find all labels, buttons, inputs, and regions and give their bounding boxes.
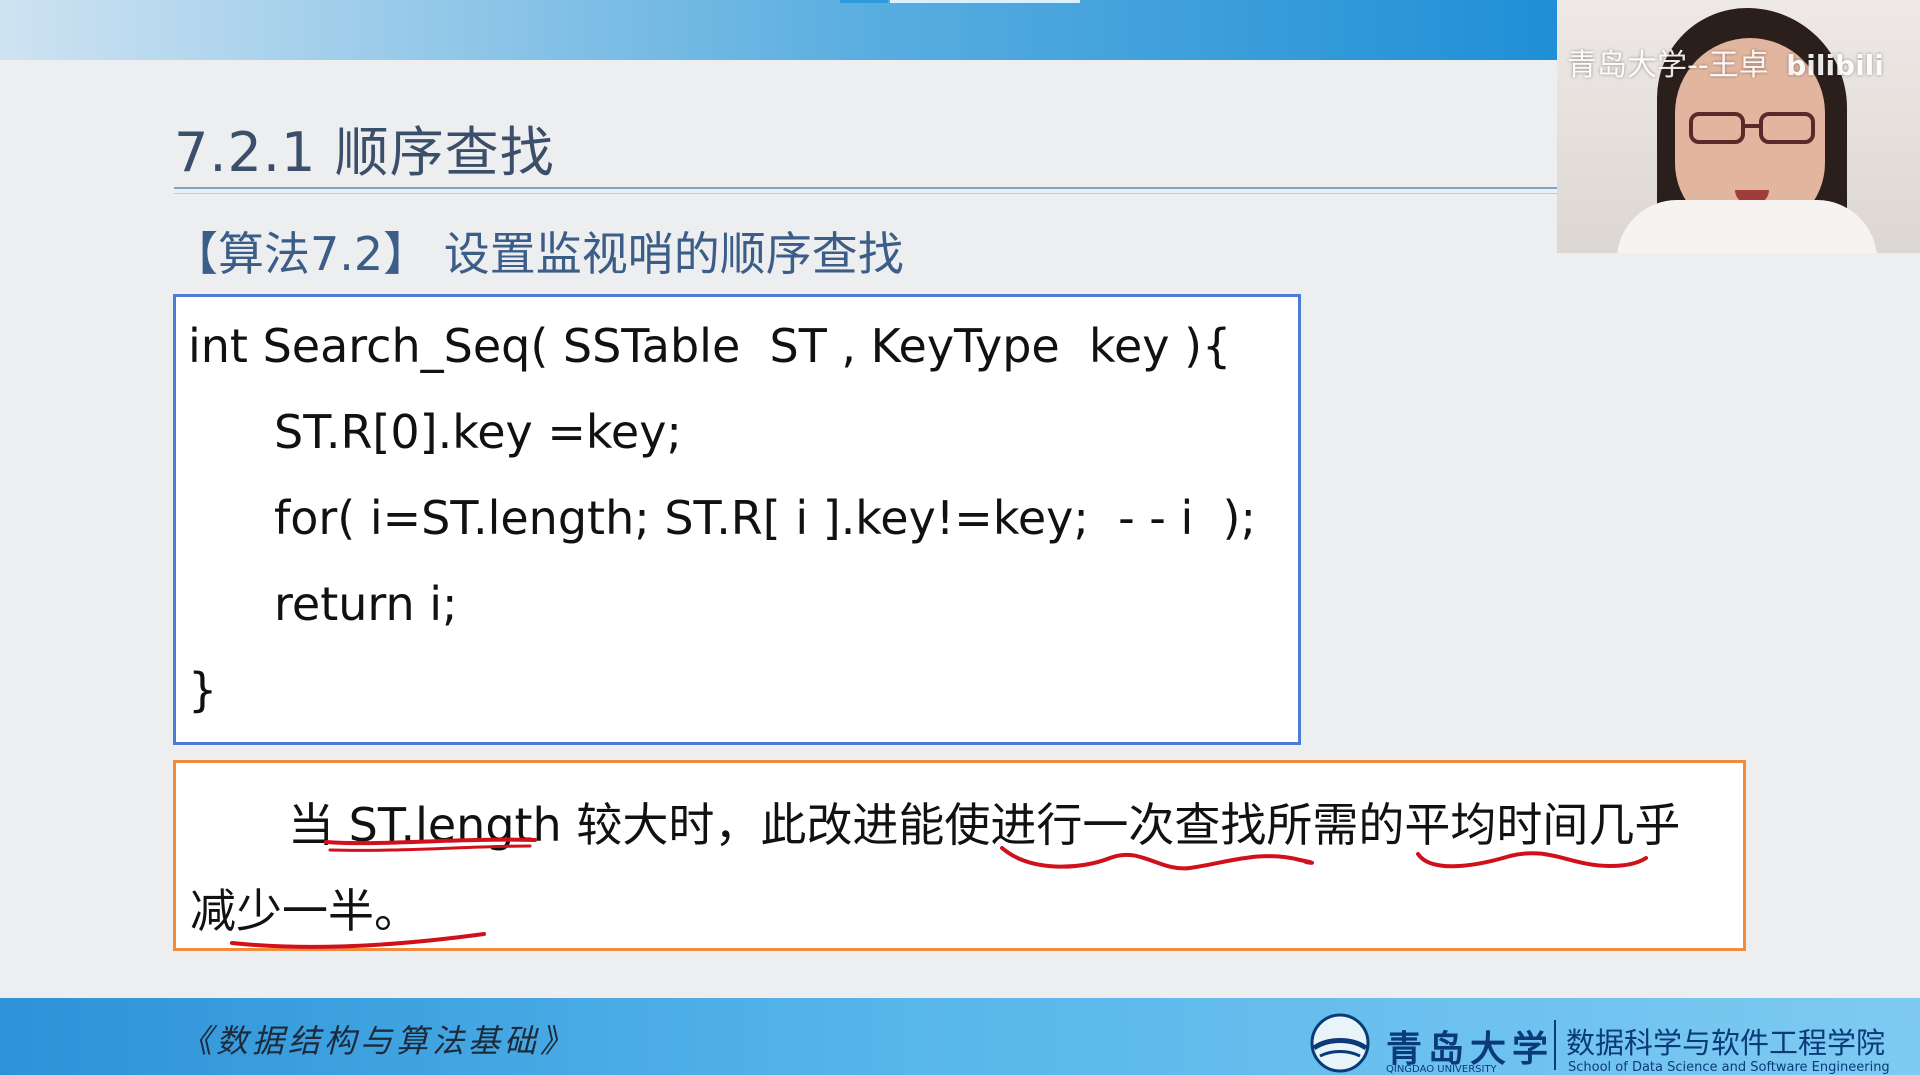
note-line: 减少一半。 xyxy=(190,884,420,938)
banner-tick xyxy=(890,0,1080,3)
banner-tick xyxy=(840,0,888,3)
code-line: for( i=ST.length; ST.R[ i ].key!=key; - … xyxy=(274,491,1256,545)
code-line: return i; xyxy=(274,577,458,631)
code-line: ST.R[0].key =key; xyxy=(274,405,682,459)
footer-divider xyxy=(1554,1020,1556,1070)
presenter-coat xyxy=(1617,200,1877,253)
institution-branding: 青岛大学 QINGDAO UNIVERSITY 数据科学与软件工程学院 Scho… xyxy=(1300,1008,1920,1075)
algorithm-subtitle: 【算法7.2】 设置监视哨的顺序查找 xyxy=(172,227,904,281)
university-logo-icon xyxy=(1310,1013,1370,1073)
top-banner xyxy=(0,0,1560,60)
slide-title: 7.2.1 顺序查找 xyxy=(174,121,555,184)
code-line: } xyxy=(188,663,218,717)
code-block: int Search_Seq( SSTable ST , KeyType key… xyxy=(173,294,1301,745)
course-title: 《数据结构与算法基础》 xyxy=(180,1022,577,1060)
title-divider xyxy=(174,187,1560,189)
webcam-feed: 青岛大学--王卓 bilibili xyxy=(1557,0,1920,253)
glasses-icon xyxy=(1689,112,1815,144)
webcam-caption: 青岛大学--王卓 bilibili xyxy=(1567,40,1884,84)
school-name-en: School of Data Science and Software Engi… xyxy=(1568,1060,1890,1075)
note-box: 当 ST.length 较大时，此改进能使进行一次查找所需的平均时间几乎 减少一… xyxy=(173,760,1746,951)
school-name: 数据科学与软件工程学院 xyxy=(1566,1026,1886,1060)
code-line: int Search_Seq( SSTable ST , KeyType key… xyxy=(188,319,1232,373)
presenter-caption-text: 青岛大学--王卓 xyxy=(1567,48,1769,83)
title-divider-thin xyxy=(174,193,1560,194)
bilibili-logo: bilibili xyxy=(1786,49,1884,82)
note-line: 当 ST.length 较大时，此改进能使进行一次查找所需的平均时间几乎 xyxy=(288,798,1681,852)
university-name-en: QINGDAO UNIVERSITY xyxy=(1386,1064,1497,1075)
